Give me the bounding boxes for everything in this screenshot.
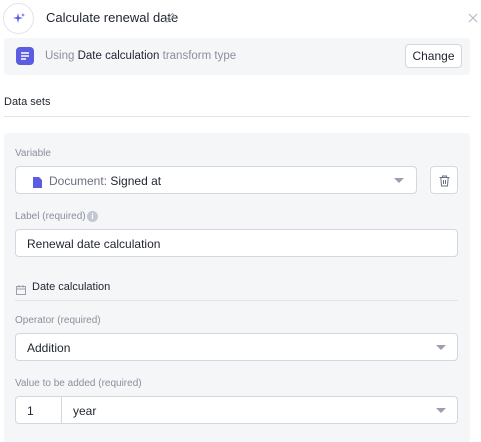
calendar-icon xyxy=(16,282,26,300)
document-lines-icon xyxy=(16,47,34,65)
change-button[interactable]: Change xyxy=(405,44,462,68)
unit-value: year xyxy=(73,404,97,418)
label-input-value: Renewal date calculation xyxy=(27,237,161,251)
transform-type-name: Date calculation xyxy=(77,50,160,62)
transform-type-bar: Using Date calculation transform type Ch… xyxy=(4,38,470,75)
amount-input[interactable] xyxy=(15,396,62,424)
label-field-label: Label (required) xyxy=(15,211,86,222)
date-calculation-divider xyxy=(15,300,458,301)
chevron-down-icon xyxy=(436,408,446,413)
sparkle-icon xyxy=(3,3,34,34)
operator-value: Addition xyxy=(27,341,71,355)
section-divider xyxy=(4,116,470,117)
chevron-down-icon xyxy=(436,345,446,350)
value-added-label: Value to be added (required) xyxy=(15,378,142,389)
modal-header: Calculate renewal date xyxy=(0,0,481,37)
trash-icon xyxy=(439,174,450,192)
amount-value: 1 xyxy=(27,404,34,418)
variable-label: Variable xyxy=(15,148,51,159)
transform-type-text: Using Date calculation transform type xyxy=(45,50,237,62)
date-calculation-title: Date calculation xyxy=(32,281,111,293)
operator-select[interactable] xyxy=(15,333,458,361)
operator-label: Operator (required) xyxy=(15,315,101,326)
unit-select[interactable] xyxy=(61,396,458,424)
close-icon[interactable] xyxy=(467,11,479,23)
pencil-icon[interactable] xyxy=(164,11,176,23)
document-icon xyxy=(33,175,42,193)
info-icon[interactable]: i xyxy=(87,211,98,222)
modal-title: Calculate renewal date xyxy=(46,10,179,25)
chevron-down-icon xyxy=(394,178,404,183)
variable-value: Document: Signed at xyxy=(49,174,162,188)
section-title: Data sets xyxy=(4,96,51,108)
